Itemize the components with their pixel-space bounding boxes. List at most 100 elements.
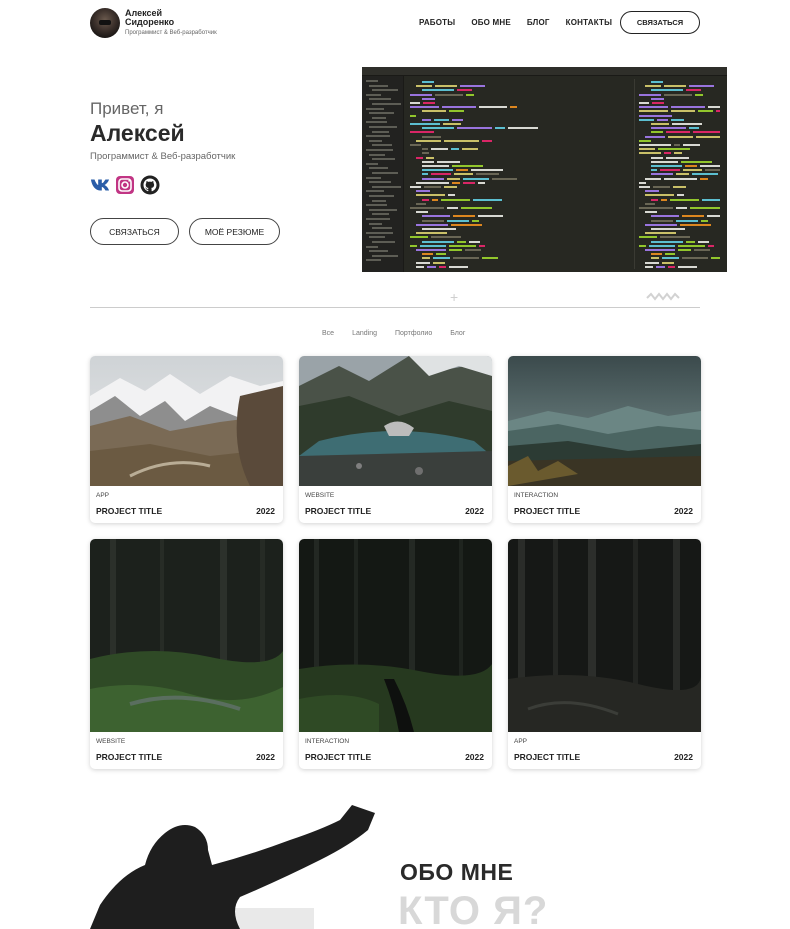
code-token [651,127,686,130]
code-token [422,253,433,256]
file-tree-item [372,254,398,257]
editor-file-tree [362,76,404,272]
code-token [689,85,714,88]
code-token [492,177,517,180]
code-token [639,118,654,121]
file-tree-item [366,204,387,207]
project-image [299,356,492,486]
code-token [660,236,690,239]
project-category: WEBSITE [305,492,335,499]
filter-blog[interactable]: Блог [450,330,465,337]
code-token [664,177,697,180]
vk-icon[interactable] [90,175,110,195]
code-token [668,265,675,268]
file-tree-item [366,162,378,165]
brand-name[interactable]: Алексей Сидоренко [125,9,195,27]
filter-all[interactable]: Все [322,330,334,337]
code-token [457,127,492,130]
code-token [426,156,434,159]
wave-decoration [646,292,680,301]
nav-blog[interactable]: БЛОГ [527,18,550,27]
section-divider [90,307,700,308]
code-token [478,181,485,184]
hero-name: Алексей [90,120,185,146]
hero-contact-button[interactable]: СВЯЗАТЬСЯ [90,218,179,245]
code-token [452,118,463,121]
file-tree-item [369,153,385,156]
code-token [645,85,661,88]
code-token [453,215,475,218]
project-card[interactable]: WEBSITE PROJECT TITLE 2022 [299,356,492,523]
github-icon[interactable] [140,175,160,195]
filter-landing[interactable]: Landing [352,330,377,337]
code-token [708,106,720,109]
code-token [645,202,655,205]
code-token [437,160,460,163]
code-token [443,123,461,125]
social-links [90,175,160,195]
code-token [449,265,468,268]
code-token [463,177,489,180]
code-token [416,232,447,235]
code-token [682,257,708,260]
project-card[interactable]: APP PROJECT TITLE 2022 [508,539,701,769]
file-tree-item [366,231,393,234]
code-token [454,173,473,176]
file-tree-item [369,84,388,87]
code-token [639,207,673,209]
code-token [416,139,441,142]
project-card[interactable]: INTERACTION PROJECT TITLE 2022 [299,539,492,769]
code-token [651,173,673,176]
code-token [435,85,457,88]
code-token [422,219,444,222]
code-token [422,169,453,172]
file-tree-item [369,139,382,142]
code-token [676,207,687,209]
nav-contacts[interactable]: КОНТАКТЫ [566,18,612,27]
code-token [436,253,446,256]
project-card[interactable]: INTERACTION PROJECT TITLE 2022 [508,356,701,523]
site-header: Алексей Сидоренко Программист & Веб-разр… [90,8,700,38]
code-token [431,173,451,176]
code-token [460,85,485,88]
editor-css-pane [634,79,724,269]
file-tree-item [372,227,392,230]
project-title: PROJECT TITLE [96,752,163,762]
filter-portfolio[interactable]: Портфолио [395,330,432,337]
code-token [432,198,438,201]
code-token [662,257,679,260]
code-token [410,236,428,239]
file-tree-item [369,222,382,225]
code-token [645,261,659,264]
nav-about[interactable]: ОБО МНЕ [471,18,511,27]
code-token [416,223,448,226]
instagram-icon[interactable] [115,175,135,195]
file-tree-item [369,181,391,184]
project-year: 2022 [465,752,484,762]
code-token [431,236,461,239]
project-card[interactable]: APP PROJECT TITLE 2022 [90,356,283,523]
project-card[interactable]: WEBSITE PROJECT TITLE 2022 [90,539,283,769]
code-token [462,148,478,151]
code-token [653,186,670,188]
header-contact-button[interactable]: СВЯЗАТЬСЯ [620,11,700,34]
resume-button[interactable]: МОЁ РЕЗЮМЕ [189,218,280,245]
file-tree-item [372,172,398,174]
code-token [680,223,711,226]
hero-greeting: Привет, я [90,99,164,118]
code-token [410,93,432,96]
code-token [447,207,458,209]
file-tree-item [366,107,384,110]
project-title: PROJECT TITLE [514,506,581,516]
code-token [422,97,435,100]
nav-works[interactable]: РАБОТЫ [419,18,455,27]
code-token [664,85,686,88]
code-token [449,249,462,251]
code-token [661,198,667,201]
avatar[interactable] [90,8,120,38]
code-token [639,148,655,151]
code-token [457,89,472,92]
code-token [444,186,457,188]
code-token [639,244,646,247]
code-token [424,186,441,188]
